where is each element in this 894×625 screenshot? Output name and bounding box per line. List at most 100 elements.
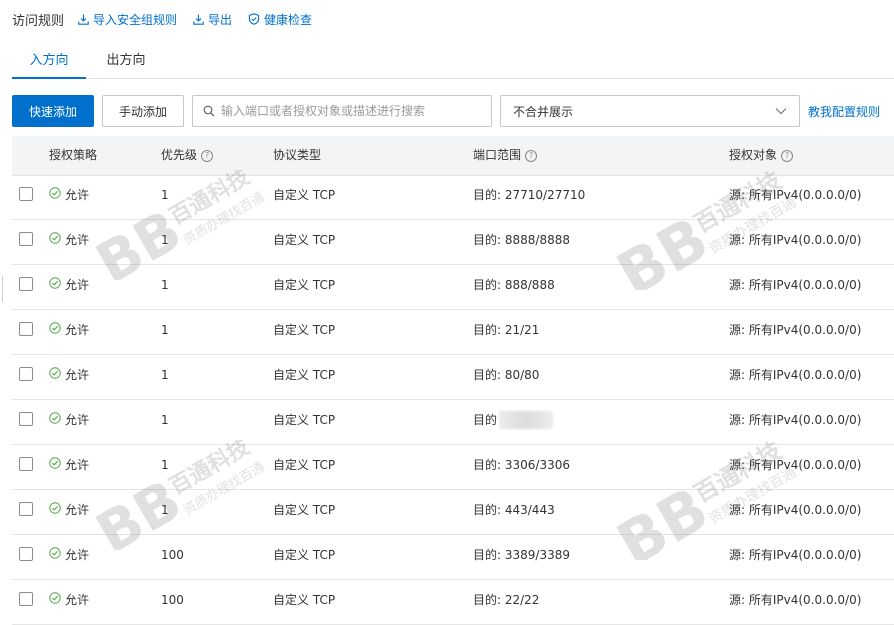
chevron-down-icon xyxy=(775,108,787,115)
search-icon xyxy=(203,105,215,117)
check-circle-icon xyxy=(49,310,61,350)
search-input[interactable] xyxy=(221,104,481,118)
row-checkbox[interactable] xyxy=(19,322,33,336)
check-circle-icon xyxy=(49,580,61,620)
protocol-cell: 自定义 TCP xyxy=(273,593,336,607)
policy-text: 允许 xyxy=(65,503,90,517)
policy-cell: 允许 xyxy=(49,265,89,309)
help-icon[interactable]: ? xyxy=(201,149,214,162)
port-range-cell: 目的: 22/22 xyxy=(473,580,539,624)
policy-text: 允许 xyxy=(65,323,90,337)
row-checkbox[interactable] xyxy=(19,547,33,561)
policy-text: 允许 xyxy=(65,548,90,562)
protocol-cell: 自定义 TCP xyxy=(273,188,336,202)
table-row: 允许 1 自定义 TCP 目的: 888/888 源: 所有IPv4(0.0.0.0/0… xyxy=(12,265,894,310)
protocol-cell: 自定义 TCP xyxy=(273,368,336,382)
help-icon[interactable]: ? xyxy=(781,149,794,162)
policy-cell: 允许 xyxy=(49,400,89,444)
protocol-cell: 自定义 TCP xyxy=(273,233,336,247)
protocol-cell: 自定义 TCP xyxy=(273,278,336,292)
tab-outbound[interactable]: 出方向 xyxy=(100,46,152,77)
authorized-object-cell: 源: 所有IPv4(0.0.0.0/0) xyxy=(729,188,862,202)
row-checkbox[interactable] xyxy=(19,457,33,471)
manual-add-button[interactable]: 手动添加 xyxy=(102,95,184,127)
table-row: 允许 1 自定义 TCP 目的: 443/443 源: 所有IPv4(0.0.0.0/0… xyxy=(12,490,894,535)
column-object-label: 授权对象 xyxy=(729,148,778,162)
row-checkbox[interactable] xyxy=(19,187,33,201)
policy-cell: 允许 xyxy=(49,310,89,354)
policy-cell: 允许 xyxy=(49,490,89,534)
column-port-label: 端口范围 xyxy=(473,148,522,162)
panel-edge-handle[interactable] xyxy=(0,276,3,302)
check-circle-icon xyxy=(49,175,61,215)
policy-cell: 允许 xyxy=(49,535,89,579)
authorized-object-cell: 源: 所有IPv4(0.0.0.0/0) xyxy=(729,233,862,247)
health-check-link[interactable]: 健康检查 xyxy=(248,11,312,28)
authorized-object-cell: 源: 所有IPv4(0.0.0.0/0) xyxy=(729,458,862,472)
check-circle-icon xyxy=(49,220,61,260)
check-circle-icon xyxy=(49,400,61,440)
policy-text: 允许 xyxy=(65,593,90,607)
import-security-group-link[interactable]: 导入安全组规则 xyxy=(78,11,177,28)
authorized-object-cell: 源: 所有IPv4(0.0.0.0/0) xyxy=(729,278,862,292)
policy-cell: 允许 xyxy=(49,355,89,399)
authorized-object-cell: 源: 所有IPv4(0.0.0.0/0) xyxy=(729,503,862,517)
column-protocol-label: 协议类型 xyxy=(273,148,322,162)
toolbar: 快速添加 手动添加 不合并展示 教我配置规则 xyxy=(0,95,894,127)
port-range-cell: 目的: 3306/3306 xyxy=(473,445,570,489)
tab-inbound[interactable]: 入方向 xyxy=(12,46,86,79)
row-checkbox[interactable] xyxy=(19,367,33,381)
column-priority: 优先级? xyxy=(161,136,214,175)
port-range-cell: 目的 xyxy=(473,400,554,444)
policy-cell: 允许 xyxy=(49,220,89,264)
policy-text: 允许 xyxy=(65,278,90,292)
help-icon[interactable]: ? xyxy=(525,149,538,162)
protocol-cell: 自定义 TCP xyxy=(273,503,336,517)
authorized-object-cell: 源: 所有IPv4(0.0.0.0/0) xyxy=(729,548,862,562)
page-title: 访问规则 xyxy=(12,13,65,29)
export-link-label: 导出 xyxy=(208,12,233,27)
priority-cell: 1 xyxy=(161,458,169,472)
policy-text: 允许 xyxy=(65,458,90,472)
row-checkbox[interactable] xyxy=(19,592,33,606)
policy-cell: 允许 xyxy=(49,175,89,219)
authorized-object-cell: 源: 所有IPv4(0.0.0.0/0) xyxy=(729,323,862,337)
port-range-text: 目的 xyxy=(473,413,498,427)
port-range-text: 目的: 3306/3306 xyxy=(473,458,570,472)
config-guide-link[interactable]: 教我配置规则 xyxy=(808,103,880,120)
search-box[interactable] xyxy=(192,95,492,127)
policy-text: 允许 xyxy=(65,188,90,202)
table-row: 允许 1 自定义 TCP 目的: 8888/8888 源: 所有IPv4(0.0.0.0… xyxy=(12,220,894,265)
port-range-cell: 目的: 80/80 xyxy=(473,355,539,399)
check-circle-icon xyxy=(49,355,61,395)
row-checkbox[interactable] xyxy=(19,502,33,516)
direction-tabs: 入方向 出方向 xyxy=(12,46,894,79)
quick-add-button[interactable]: 快速添加 xyxy=(12,95,94,127)
table-row: 允许 1 自定义 TCP 目的: 80/80 源: 所有IPv4(0.0.0.0/0) xyxy=(12,355,894,400)
check-circle-icon xyxy=(49,535,61,575)
port-range-text: 目的: 3389/3389 xyxy=(473,548,570,562)
port-range-cell: 目的: 3389/3389 xyxy=(473,535,570,579)
row-checkbox[interactable] xyxy=(19,412,33,426)
port-range-text: 目的: 27710/27710 xyxy=(473,188,586,202)
import-icon xyxy=(78,14,89,25)
table-row: 允许 1 自定义 TCP 目的: 21/21 源: 所有IPv4(0.0.0.0/0) xyxy=(12,310,894,355)
export-link[interactable]: 导出 xyxy=(193,11,232,28)
table-row: 允许 100 自定义 TCP 目的: 22/22 源: 所有IPv4(0.0.0.0/0… xyxy=(12,580,894,625)
priority-cell: 1 xyxy=(161,413,169,427)
merge-display-select[interactable]: 不合并展示 xyxy=(500,95,800,127)
row-checkbox[interactable] xyxy=(19,232,33,246)
table-row: 允许 1 自定义 TCP 目的 源: 所有IPv4(0.0.0.0/0) xyxy=(12,400,894,445)
table-row: 允许 100 自定义 TCP 目的: 3389/3389 源: 所有IPv4(0.0.0… xyxy=(12,535,894,580)
redacted-value xyxy=(499,411,554,429)
row-checkbox[interactable] xyxy=(19,277,33,291)
port-range-text: 目的: 8888/8888 xyxy=(473,233,570,247)
priority-cell: 100 xyxy=(161,593,184,607)
check-circle-icon xyxy=(49,490,61,530)
policy-text: 允许 xyxy=(65,233,90,247)
export-icon xyxy=(193,14,204,25)
protocol-cell: 自定义 TCP xyxy=(273,548,336,562)
column-authorized-object: 授权对象? xyxy=(729,136,794,175)
port-range-text: 目的: 22/22 xyxy=(473,593,540,607)
port-range-cell: 目的: 443/443 xyxy=(473,490,555,534)
